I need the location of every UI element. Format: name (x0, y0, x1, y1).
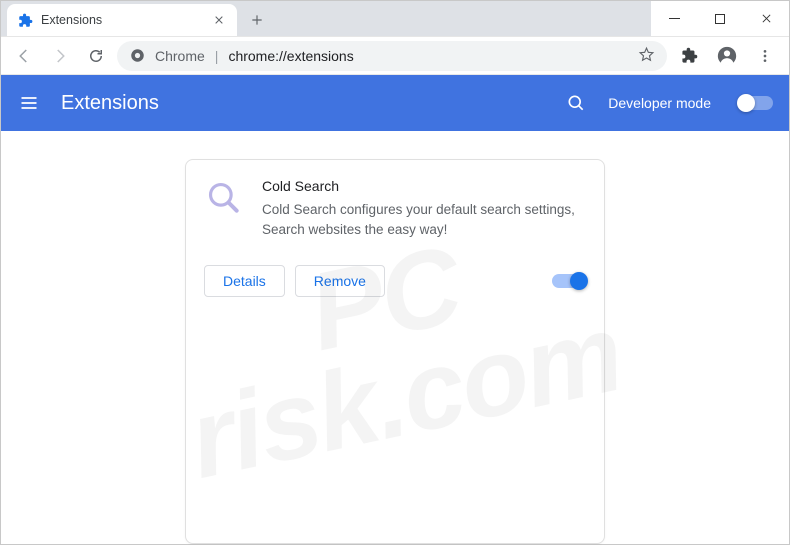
developer-mode-label: Developer mode (608, 95, 711, 111)
url-text: chrome://extensions (228, 48, 353, 64)
page-title: Extensions (61, 92, 544, 115)
new-tab-button[interactable] (243, 6, 271, 34)
tab-title: Extensions (41, 13, 102, 27)
toggle-knob (737, 94, 755, 112)
extension-toggle[interactable] (552, 274, 586, 288)
remove-button[interactable]: Remove (295, 265, 385, 297)
magnifier-icon (204, 178, 244, 218)
extension-description: Cold Search configures your default sear… (262, 200, 586, 239)
extensions-content: PCrisk.com Cold Search Cold Search confi… (1, 131, 789, 544)
toggle-knob (570, 272, 588, 290)
minimize-button[interactable] (651, 1, 697, 36)
developer-mode-toggle[interactable] (739, 96, 773, 110)
tab-strip: Extensions (1, 1, 651, 36)
browser-tab[interactable]: Extensions (7, 4, 237, 36)
window-titlebar: Extensions (1, 1, 789, 37)
address-bar[interactable]: Chrome | chrome://extensions (117, 41, 667, 71)
chrome-scheme-icon (129, 48, 145, 64)
browser-toolbar: Chrome | chrome://extensions (1, 37, 789, 75)
maximize-button[interactable] (697, 1, 743, 36)
back-button[interactable] (9, 41, 39, 71)
extension-card: Cold Search Cold Search configures your … (185, 159, 605, 544)
details-button[interactable]: Details (204, 265, 285, 297)
profile-button[interactable] (711, 40, 743, 72)
window-controls (651, 1, 789, 36)
hamburger-icon[interactable] (17, 91, 41, 115)
close-window-button[interactable] (743, 1, 789, 36)
extension-name: Cold Search (262, 178, 586, 194)
puzzle-icon (17, 12, 33, 28)
star-icon[interactable] (638, 46, 655, 66)
search-icon[interactable] (564, 91, 588, 115)
close-tab-icon[interactable] (211, 12, 227, 28)
reload-button[interactable] (81, 41, 111, 71)
separator: | (215, 48, 219, 64)
menu-button[interactable] (749, 40, 781, 72)
extensions-header: Extensions Developer mode (1, 75, 789, 131)
forward-button[interactable] (45, 41, 75, 71)
extensions-button[interactable] (673, 40, 705, 72)
scheme-label: Chrome (155, 48, 205, 64)
